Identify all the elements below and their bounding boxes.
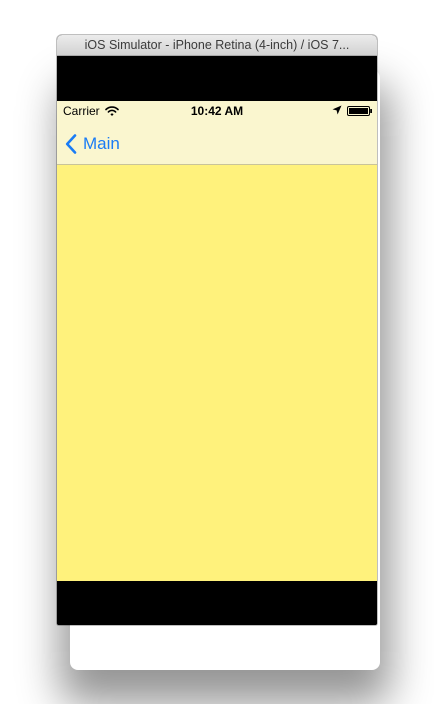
battery-icon <box>347 106 372 116</box>
device-bezel-top <box>57 56 377 101</box>
status-time: 10:42 AM <box>190 104 244 118</box>
status-bar: Carrier 10:42 AM <box>57 101 377 121</box>
device-screen[interactable]: Carrier 10:42 AM Main <box>57 101 377 581</box>
simulator-window: iOS Simulator - iPhone Retina (4-inch) /… <box>57 35 377 625</box>
window-title[interactable]: iOS Simulator - iPhone Retina (4-inch) /… <box>57 35 377 56</box>
back-button[interactable]: Main <box>65 132 120 156</box>
device-bezel-bottom <box>57 581 377 625</box>
location-arrow-icon <box>332 105 342 115</box>
chevron-left-icon <box>65 134 77 154</box>
back-button-label: Main <box>83 134 120 153</box>
desktop-background: iOS Simulator - iPhone Retina (4-inch) /… <box>0 0 434 704</box>
navigation-bar: Carrier 10:42 AM Main <box>57 101 377 165</box>
